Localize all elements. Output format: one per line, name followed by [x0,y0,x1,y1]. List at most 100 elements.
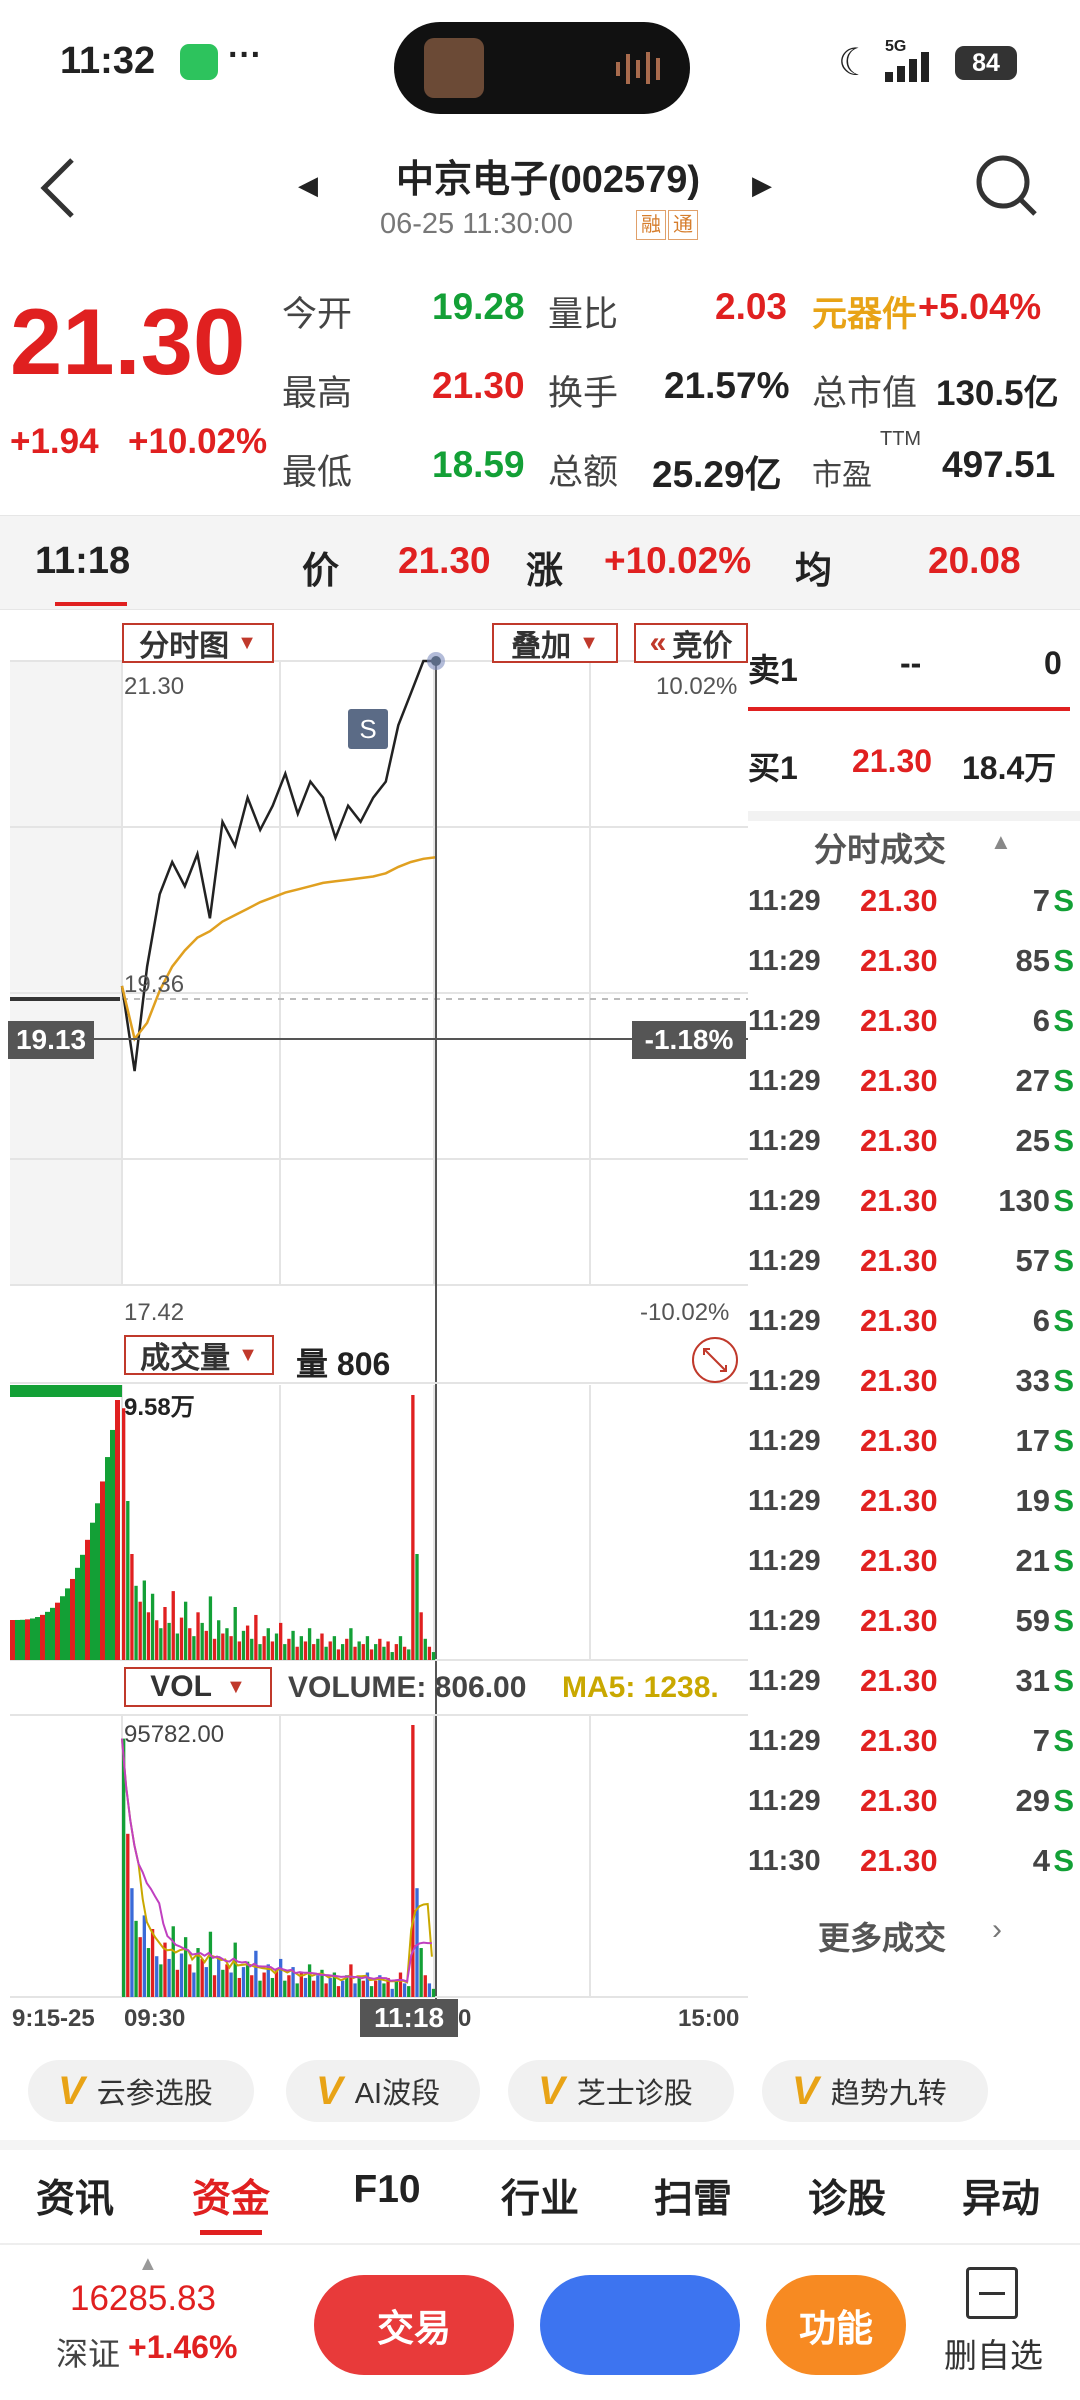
trade-time: 11:29 [748,1785,821,1817]
premarket-vol-bar [55,1602,60,1660]
vtag-ai-band[interactable]: V AI波段 [286,2060,480,2122]
trade-row: 11:29 21.30 7 S [748,1715,1080,1775]
indicator-bar [130,1888,134,1997]
search-icon[interactable] [975,154,1039,218]
trade-list[interactable]: 11:29 21.30 7 S 11:29 21.30 85 S 11:29 21.30 6 S 11:… [748,875,1080,1905]
volume-selector[interactable]: 成交量 ▼ [124,1335,274,1375]
back-icon[interactable] [38,156,78,220]
volume-bar [208,1596,213,1660]
volume-bar [349,1628,353,1660]
volume-bar [163,1607,167,1660]
trade-row: 11:29 21.30 19 S [748,1475,1080,1535]
indicator-bar [183,1937,188,1997]
tab-news[interactable]: 资讯 [10,2168,140,2224]
trade-time: 11:29 [748,1485,821,1517]
tab-f10[interactable]: F10 [322,2168,452,2212]
trade-time: 11:29 [748,1245,821,1277]
indicator-bar [402,1983,407,1997]
indicator-bar [146,1948,151,1997]
tab-anomaly[interactable]: 异动 [936,2168,1066,2224]
trade-volume: 27 [1015,1063,1050,1098]
trade-price: 21.30 [860,1243,938,1278]
trade-button[interactable]: 交易 [314,2275,514,2375]
stock-title: 中京电子(002579) [395,159,701,201]
trade-volume: 7 [1032,883,1050,918]
tab-industry[interactable]: 行业 [475,2168,605,2224]
remove-watchlist-icon[interactable] [966,2267,1018,2319]
trade-side: S [1053,883,1074,918]
high-value: 21.30 [432,365,525,406]
trade-volume: 6 [1032,1003,1050,1038]
vtag-cheese-diagnosis[interactable]: V 芝士诊股 [508,2060,734,2122]
vtag-cloud-pick[interactable]: V 云参选股 [28,2060,254,2122]
trade-price: 21.30 [860,1663,938,1698]
vtag-label: 芝士诊股 [576,2078,693,2110]
x-axis-end: 15:00 [678,2005,740,2032]
volume-bar [167,1622,171,1660]
blurred-button[interactable] [540,2275,740,2375]
indicator-bar [150,1929,155,1997]
trade-row: 11:29 21.30 130 S [748,1175,1080,1235]
indicator-bar [212,1975,217,1997]
status-bar: 11:32 ··· ☾ 5G 84 [0,0,1080,130]
sell1-label: 卖1 [748,652,798,688]
trade-side: S [1053,1603,1074,1638]
trade-volume: 19 [1015,1483,1050,1518]
indicator-bar [171,1926,175,1997]
pre-market-shade [10,661,122,1285]
volume-bar [345,1638,349,1660]
volume-bar [229,1636,233,1660]
indicator-bar [419,1948,423,1997]
auction-toggle[interactable]: «竞价 [634,623,748,663]
intraday-chart-area[interactable]: 分时图 ▼ 叠加 ▼ «竞价 21.30 10.02% 19.36 17.42 -1… [0,615,748,2040]
more-trades-link[interactable]: 更多成交 [818,1913,946,1959]
trade-price: 21.30 [860,1183,938,1218]
intraday-chart[interactable] [0,615,748,2040]
trade-time: 11:29 [748,1725,821,1757]
y-axis-bottom: 17.42 [124,1299,185,1326]
status-more-dots: ··· [228,36,262,74]
trade-price: 21.30 [860,1543,938,1578]
margin-badge: 融 [636,210,666,240]
function-button[interactable]: 功能 [766,2275,906,2375]
remove-watchlist-label[interactable]: 删自选 [944,2329,1043,2377]
tab-diagnosis[interactable]: 诊股 [782,2168,912,2224]
trade-price: 21.30 [860,1363,938,1398]
indicator-bar [423,1975,427,1997]
tab-risk-scan[interactable]: 扫雷 [628,2168,758,2224]
expand-icon[interactable] [690,1335,740,1385]
sector-label[interactable]: 元器件 [812,286,917,337]
vtag-trend-nine[interactable]: V 趋势九转 [762,2060,988,2122]
chevron-down-icon: ▼ [237,631,257,654]
indicator-selector[interactable]: VOL ▼ [124,1667,272,1707]
chevron-right-icon[interactable]: › [992,1913,1002,1947]
chart-type-selector[interactable]: 分时图 ▼ [122,623,274,663]
volume-bar [250,1638,254,1660]
media-island[interactable] [394,22,690,114]
sector-change: +5.04% [918,286,1042,327]
indicator-bar [324,1983,328,1997]
premarket-vol-bar [40,1614,45,1660]
trade-price: 21.30 [860,1003,938,1038]
indicator-bar [204,1967,208,1997]
volume-bar [146,1612,151,1660]
trade-volume: 7 [1032,1723,1050,1758]
v-icon: V [58,2068,85,2113]
indicator-bar [407,1986,411,1997]
prev-stock-icon[interactable]: ◀ [298,170,318,201]
chevron-down-icon: ▼ [238,1343,258,1366]
volume-bar [155,1620,159,1660]
trades-title[interactable]: 分时成交 [814,823,946,871]
trade-side: S [1053,1183,1074,1218]
volume-bar [328,1641,332,1660]
indicator-bar [241,1967,246,1997]
tab-funds[interactable]: 资金 [166,2168,296,2224]
sell-signal-marker[interactable]: S [348,709,388,749]
collapse-up-icon[interactable]: ▲ [990,829,1012,855]
volume-bar [332,1636,337,1660]
indicator-bar [258,1980,262,1997]
pe-value: 497.51 [942,444,1056,485]
next-stock-icon[interactable]: ▶ [752,170,772,201]
index-value[interactable]: 16285.83 [70,2279,216,2319]
overlay-selector[interactable]: 叠加 ▼ [492,623,618,663]
